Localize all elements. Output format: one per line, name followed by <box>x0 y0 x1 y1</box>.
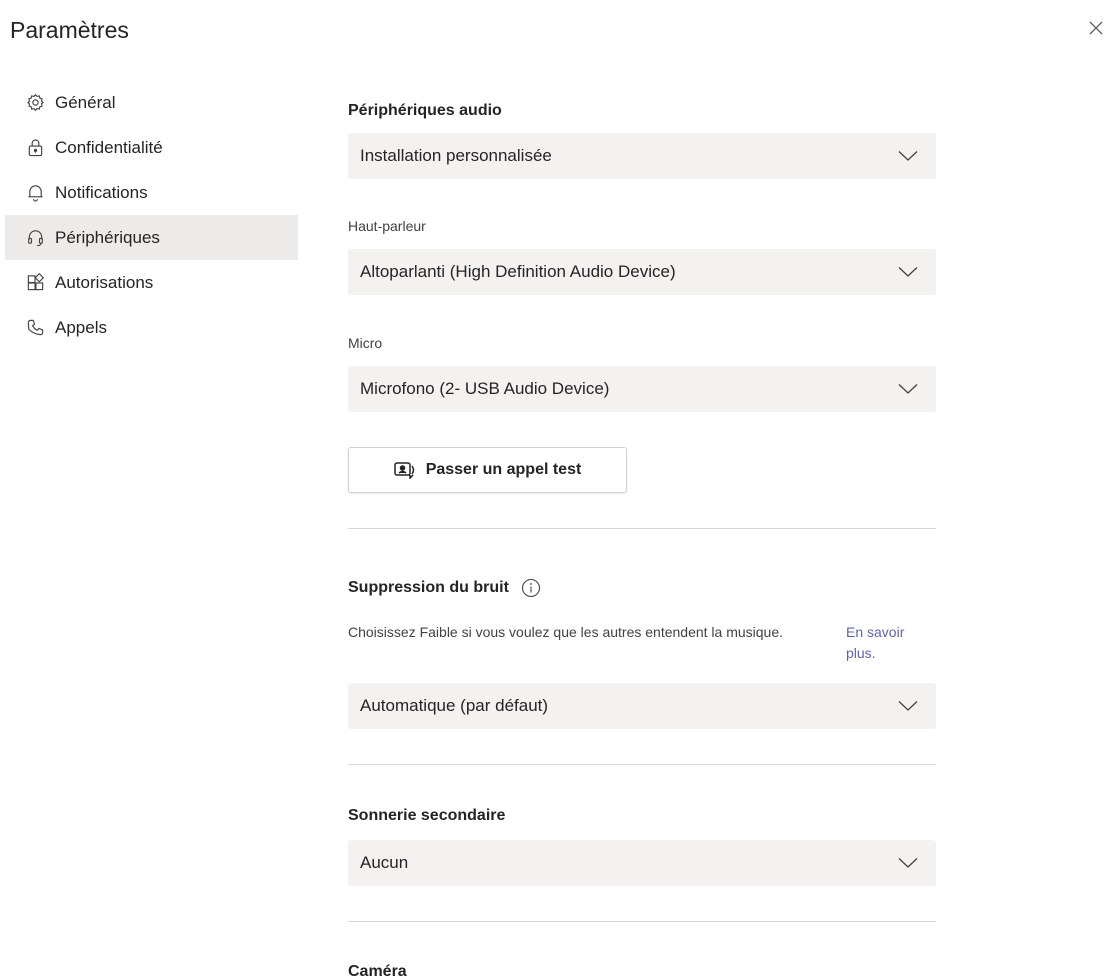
test-call-label: Passer un appel test <box>425 461 582 478</box>
mic-dropdown[interactable]: Microfono (2- USB Audio Device) <box>348 366 936 412</box>
headset-icon <box>25 228 45 248</box>
dropdown-value: Altoparlanti (High Definition Audio Devi… <box>360 262 676 281</box>
chevron-down-icon <box>898 858 918 868</box>
sidebar-item-label: Appels <box>55 317 107 337</box>
noise-suppression-dropdown[interactable]: Automatique (par défaut) <box>348 683 936 729</box>
sidebar-item-label: Général <box>55 92 116 112</box>
sidebar-item-general[interactable]: Général <box>5 80 298 125</box>
chevron-down-icon <box>898 384 918 394</box>
noise-title-text: Suppression du bruit <box>348 579 509 596</box>
chevron-down-icon <box>898 701 918 711</box>
divider <box>348 764 936 765</box>
sidebar-item-label: Autorisations <box>55 272 154 292</box>
sidebar-item-privacy[interactable]: Confidentialité <box>5 125 298 170</box>
close-icon <box>1089 21 1103 35</box>
dropdown-value: Aucun <box>360 853 409 872</box>
test-call-icon <box>393 462 414 479</box>
dropdown-value: Microfono (2- USB Audio Device) <box>360 379 610 398</box>
sidebar-item-label: Notifications <box>55 182 148 202</box>
camera-title: Caméra <box>348 963 407 980</box>
apps-icon <box>25 273 45 293</box>
settings-window: Paramètres Général Confidentialité Notif… <box>0 0 1118 980</box>
dropdown-value: Installation personnalisée <box>360 146 552 165</box>
secondary-ringer-dropdown[interactable]: Aucun <box>348 840 936 886</box>
page-title: Paramètres <box>10 17 129 43</box>
sidebar-item-notifications[interactable]: Notifications <box>5 170 298 215</box>
sidebar-item-devices[interactable]: Périphériques <box>5 215 298 260</box>
bell-icon <box>25 183 45 203</box>
noise-description-row: Choisissez Faible si vous voulez que les… <box>348 622 936 664</box>
speaker-dropdown[interactable]: Altoparlanti (High Definition Audio Devi… <box>348 249 936 295</box>
speaker-label: Haut-parleur <box>348 218 426 234</box>
phone-icon <box>25 318 45 338</box>
info-icon[interactable] <box>521 578 541 598</box>
chevron-down-icon <box>898 267 918 277</box>
sidebar: Général Confidentialité Notifications Pé… <box>5 80 298 350</box>
audio-device-dropdown[interactable]: Installation personnalisée <box>348 133 936 179</box>
learn-more-link[interactable]: En savoir plus. <box>846 622 936 664</box>
sidebar-item-label: Confidentialité <box>55 137 163 157</box>
dropdown-value: Automatique (par défaut) <box>360 696 549 715</box>
noise-suppression-title: Suppression du bruit <box>348 577 541 599</box>
mic-label: Micro <box>348 335 383 351</box>
divider <box>348 921 936 922</box>
test-call-button[interactable]: Passer un appel test <box>348 447 627 493</box>
gear-icon <box>25 93 45 113</box>
sidebar-item-calls[interactable]: Appels <box>5 305 298 350</box>
secondary-ringer-title: Sonnerie secondaire <box>348 807 506 824</box>
chevron-down-icon <box>898 151 918 161</box>
lock-icon <box>25 138 45 158</box>
sidebar-item-label: Périphériques <box>55 227 160 247</box>
close-button[interactable] <box>1084 16 1108 40</box>
noise-description: Choisissez Faible si vous voulez que les… <box>348 624 784 640</box>
audio-devices-title: Périphériques audio <box>348 102 502 119</box>
sidebar-item-permissions[interactable]: Autorisations <box>5 260 298 305</box>
divider <box>348 528 936 529</box>
